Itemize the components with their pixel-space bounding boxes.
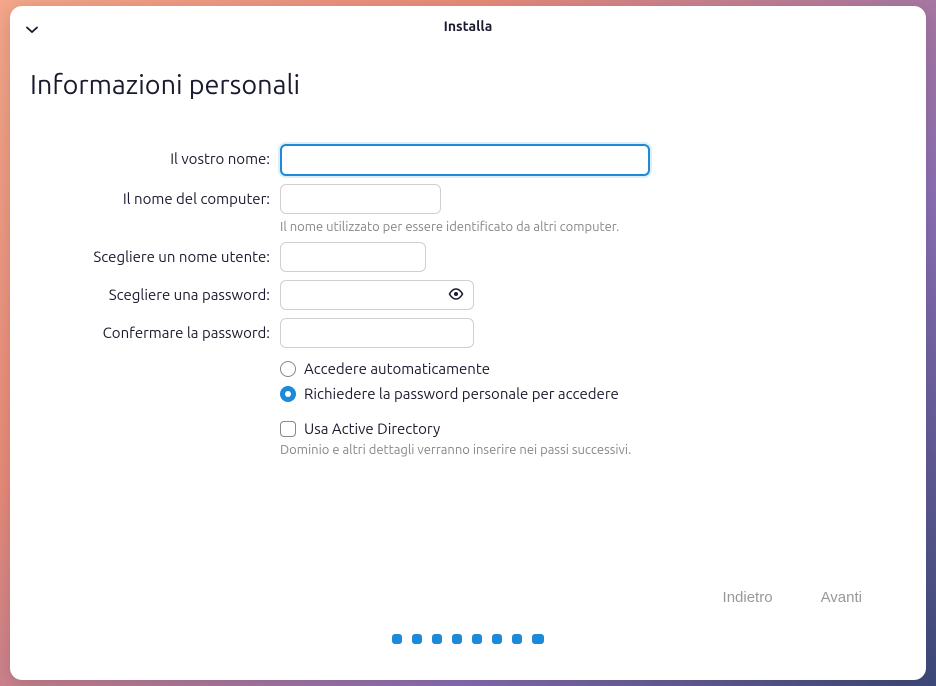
- installer-window: Installa Informazioni personali Il vostr…: [10, 6, 926, 680]
- auto-login-radio[interactable]: Accedere automaticamente: [280, 360, 906, 377]
- active-directory-label: Usa Active Directory: [304, 420, 440, 437]
- confirm-label: Confermare la password:: [30, 318, 270, 341]
- progress-dot: [512, 634, 522, 644]
- confirm-row: Confermare la password:: [30, 318, 906, 348]
- forward-button[interactable]: Avanti: [817, 581, 866, 614]
- chevron-down-icon: [26, 26, 38, 34]
- progress-dot: [392, 634, 402, 644]
- password-input[interactable]: [280, 280, 474, 310]
- window-title: Installa: [444, 18, 493, 34]
- progress-dot-current: [532, 634, 544, 644]
- eye-icon: [448, 288, 464, 300]
- auto-login-label: Accedere automaticamente: [304, 360, 490, 377]
- confirm-password-input[interactable]: [280, 318, 474, 348]
- checkbox-icon: [280, 421, 296, 437]
- login-options-group: Accedere automaticamente Richiedere la p…: [280, 360, 906, 402]
- active-directory-help: Dominio e altri dettagli verranno inseri…: [280, 443, 906, 457]
- active-directory-section: Usa Active Directory: [280, 420, 906, 437]
- name-input[interactable]: [280, 144, 650, 176]
- progress-dot: [472, 634, 482, 644]
- name-row: Il vostro nome:: [30, 144, 906, 176]
- username-input[interactable]: [280, 242, 426, 272]
- name-label: Il vostro nome:: [30, 144, 270, 167]
- radio-checked-icon: [280, 386, 296, 402]
- password-row: Scegliere una password:: [30, 280, 906, 310]
- progress-dot: [452, 634, 462, 644]
- page-title: Informazioni personali: [30, 70, 906, 100]
- user-info-form: Il vostro nome: Il nome del computer: Il…: [30, 144, 906, 348]
- progress-dot: [492, 634, 502, 644]
- progress-indicator: [30, 634, 906, 680]
- require-password-label: Richiedere la password personale per acc…: [304, 385, 619, 402]
- computer-label: Il nome del computer:: [30, 184, 270, 207]
- footer-nav: Indietro Avanti: [30, 581, 906, 634]
- content-area: Informazioni personali Il vostro nome: I…: [10, 46, 926, 680]
- computer-name-input[interactable]: [280, 184, 441, 214]
- computer-row: Il nome del computer: Il nome utilizzato…: [30, 184, 906, 234]
- password-label: Scegliere una password:: [30, 280, 270, 303]
- progress-dot: [412, 634, 422, 644]
- titlebar: Installa: [10, 6, 926, 46]
- active-directory-checkbox[interactable]: Usa Active Directory: [280, 420, 906, 437]
- progress-dot: [432, 634, 442, 644]
- username-row: Scegliere un nome utente:: [30, 242, 906, 272]
- show-password-button[interactable]: [448, 286, 464, 304]
- window-menu-button[interactable]: [26, 20, 38, 38]
- radio-icon: [280, 361, 296, 377]
- require-password-radio[interactable]: Richiedere la password personale per acc…: [280, 385, 906, 402]
- computer-help-text: Il nome utilizzato per essere identifica…: [280, 220, 619, 234]
- back-button[interactable]: Indietro: [719, 581, 777, 614]
- username-label: Scegliere un nome utente:: [30, 242, 270, 265]
